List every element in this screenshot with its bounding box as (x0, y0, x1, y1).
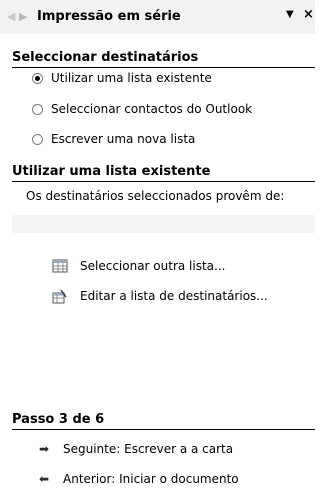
edit-recipient-list-link[interactable]: Editar a lista de destinatários... (52, 287, 268, 305)
use-existing-list-heading: Utilizar uma lista existente (12, 164, 315, 182)
task-pane-titlebar: ◀ ▶ Impressão em série ▼ × (0, 0, 315, 34)
step-heading: Passo 3 de 6 (12, 412, 315, 430)
chevron-down-icon[interactable]: ▼ (286, 9, 294, 20)
next-step-link[interactable]: ➡ Seguinte: Escrever a a carta (37, 441, 233, 457)
select-other-list-link[interactable]: Seleccionar outra lista... (52, 257, 225, 275)
next-step-label: Seguinte: Escrever a a carta (63, 442, 234, 456)
radio-use-existing-list[interactable]: Utilizar uma lista existente (32, 70, 212, 86)
select-other-list-label: Seleccionar outra lista... (80, 259, 226, 273)
arrow-right-icon: ➡ (38, 442, 50, 456)
back-icon[interactable]: ◀ (7, 10, 15, 23)
radio-button[interactable] (32, 133, 43, 145)
source-field (12, 215, 315, 233)
radio-label: Seleccionar contactos do Outlook (51, 102, 253, 116)
edit-recipient-list-label: Editar a lista de destinatários... (80, 289, 268, 303)
radio-new-list[interactable]: Escrever uma nova lista (32, 131, 195, 147)
radio-label: Utilizar uma lista existente (51, 71, 212, 85)
radio-outlook-contacts[interactable]: Seleccionar contactos do Outlook (32, 101, 252, 117)
arrow-left-icon: ⬅ (38, 472, 50, 486)
forward-icon[interactable]: ▶ (19, 10, 27, 23)
radio-label: Escrever uma nova lista (51, 132, 196, 146)
previous-step-label: Anterior: Iniciar o documento (63, 472, 239, 486)
close-icon[interactable]: × (303, 7, 314, 22)
radio-button[interactable] (32, 72, 43, 84)
select-recipients-heading: Seleccionar destinatários (12, 50, 315, 68)
source-description: Os destinatários seleccionados provêm de… (26, 189, 285, 203)
edit-list-icon (52, 289, 68, 304)
task-pane-title: Impressão em série (37, 9, 181, 24)
table-icon (52, 259, 68, 273)
radio-button[interactable] (32, 103, 43, 115)
previous-step-link[interactable]: ⬅ Anterior: Iniciar o documento (37, 471, 239, 487)
